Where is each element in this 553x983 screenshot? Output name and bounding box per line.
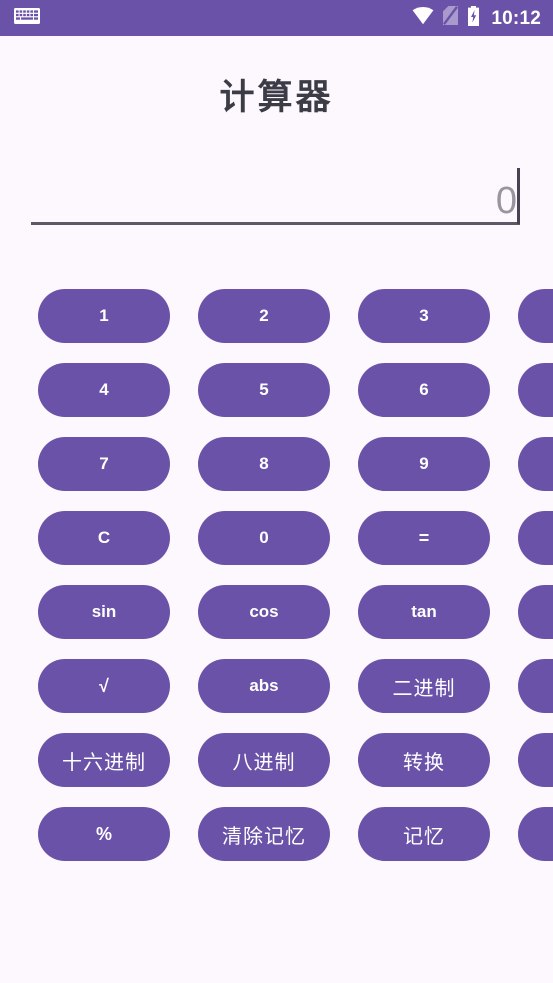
keypad-row: 十六进制 八进制 转换: [38, 733, 553, 787]
key-2[interactable]: 2: [198, 289, 330, 343]
keypad-row: 456: [38, 363, 553, 417]
key-abs[interactable]: abs: [198, 659, 330, 713]
text-cursor: [517, 168, 520, 224]
key-7[interactable]: 7: [38, 437, 170, 491]
keypad-row: sin cos tan: [38, 585, 553, 639]
status-bar-right: 10:12: [412, 5, 541, 31]
key-1[interactable]: 1: [38, 289, 170, 343]
key-row8-overflow[interactable]: [518, 807, 553, 861]
wifi-icon: [412, 6, 434, 30]
key-row5-overflow[interactable]: [518, 585, 553, 639]
status-bar-clock: 10:12: [491, 7, 541, 29]
page-title: 计算器: [219, 78, 334, 117]
key-8[interactable]: 8: [198, 437, 330, 491]
keypad-row: 789: [38, 437, 553, 491]
key-0[interactable]: 0: [198, 511, 330, 565]
keypad-row: √ abs 二进制: [38, 659, 553, 713]
key-sqrt[interactable]: √: [38, 659, 170, 713]
key-5[interactable]: 5: [198, 363, 330, 417]
key-hexadecimal[interactable]: 十六进制: [38, 733, 170, 787]
calculator-display[interactable]: 0: [31, 167, 520, 225]
key-memory-clear[interactable]: 清除记忆: [198, 807, 330, 861]
key-binary[interactable]: 二进制: [358, 659, 490, 713]
key-equals[interactable]: =: [358, 511, 490, 565]
key-cos[interactable]: cos: [198, 585, 330, 639]
display-value: 0: [495, 180, 517, 222]
key-row4-overflow[interactable]: [518, 511, 553, 565]
sim-card-slash-icon: [443, 6, 459, 30]
key-row3-overflow[interactable]: [518, 437, 553, 491]
key-convert[interactable]: 转换: [358, 733, 490, 787]
battery-charging-icon: [467, 5, 480, 31]
keyboard-icon[interactable]: [14, 7, 40, 30]
key-octal[interactable]: 八进制: [198, 733, 330, 787]
key-row6-overflow[interactable]: [518, 659, 553, 713]
key-sin[interactable]: sin: [38, 585, 170, 639]
keypad-row: % 清除记忆 记忆: [38, 807, 553, 861]
key-row2-overflow[interactable]: [518, 363, 553, 417]
key-6[interactable]: 6: [358, 363, 490, 417]
key-clear[interactable]: C: [38, 511, 170, 565]
key-9[interactable]: 9: [358, 437, 490, 491]
key-row1-overflow[interactable]: [518, 289, 553, 343]
key-4[interactable]: 4: [38, 363, 170, 417]
keypad: 1 2 3 4 5 6 7 8 9 C 0 = sin cos tan √ abs 二进制 十六进制 八进制 转换% 清除…: [38, 289, 553, 881]
keypad-row: 123: [38, 289, 553, 343]
status-bar-left: [14, 7, 40, 30]
key-memory-recall[interactable]: 记忆: [358, 807, 490, 861]
key-tan[interactable]: tan: [358, 585, 490, 639]
keypad-row: C 0 =: [38, 511, 553, 565]
key-3[interactable]: 3: [358, 289, 490, 343]
status-bar: 10:12: [0, 0, 553, 36]
key-row7-overflow[interactable]: [518, 733, 553, 787]
key-percent[interactable]: %: [38, 807, 170, 861]
